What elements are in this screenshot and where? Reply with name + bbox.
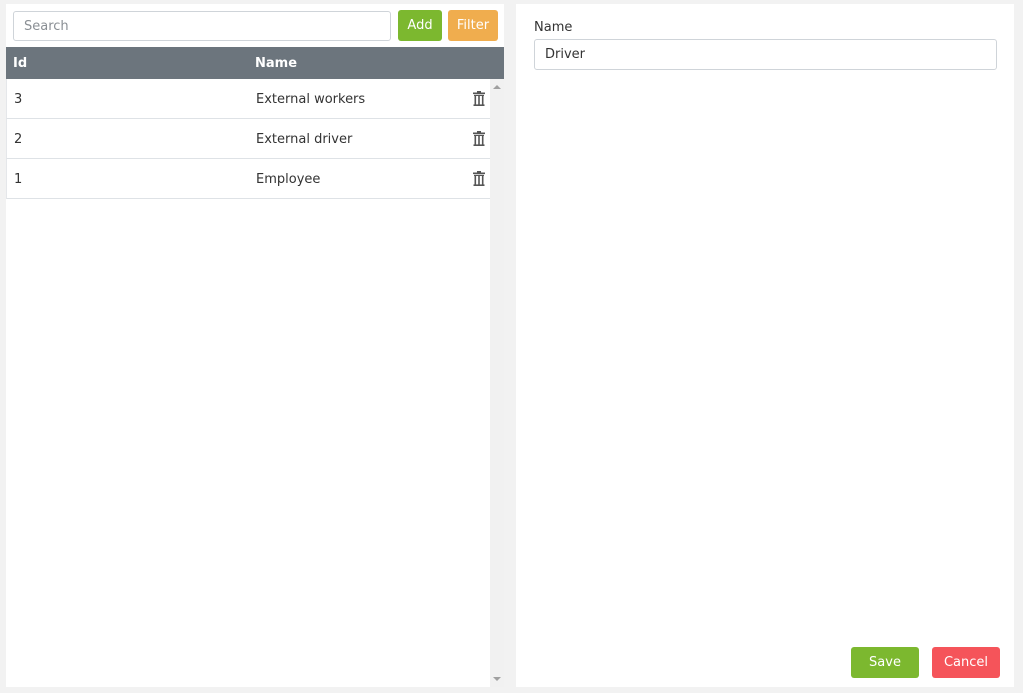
list-panel: Add Filter Id Name 3 External workers 2 … <box>6 4 504 687</box>
trash-icon[interactable] <box>473 171 485 186</box>
table-row[interactable]: 3 External workers <box>6 79 490 119</box>
table-row[interactable]: 2 External driver <box>6 119 490 159</box>
cell-name: External driver <box>256 132 353 147</box>
scroll-up-arrow-icon[interactable] <box>493 85 501 89</box>
trash-icon[interactable] <box>473 91 485 106</box>
name-field-label: Name <box>534 20 573 35</box>
cell-id: 2 <box>14 132 23 147</box>
name-field[interactable] <box>534 39 997 70</box>
table-scrollbar[interactable] <box>490 79 504 687</box>
list-toolbar: Add Filter <box>6 4 504 47</box>
table-row[interactable]: 1 Employee <box>6 159 490 199</box>
trash-icon[interactable] <box>473 131 485 146</box>
save-button[interactable]: Save <box>851 647 919 678</box>
cell-id: 1 <box>14 172 23 187</box>
search-input[interactable] <box>13 11 391 41</box>
scroll-down-arrow-icon[interactable] <box>493 677 501 681</box>
cell-name: Employee <box>256 172 321 187</box>
column-header-id[interactable]: Id <box>13 56 27 71</box>
table-header: Id Name <box>6 47 504 79</box>
filter-button[interactable]: Filter <box>448 10 498 41</box>
add-button[interactable]: Add <box>398 10 442 41</box>
detail-panel: Name Save Cancel <box>516 4 1014 687</box>
cell-name: External workers <box>256 92 366 107</box>
table-body: 3 External workers 2 External driver 1 E… <box>6 79 490 687</box>
column-header-name[interactable]: Name <box>255 56 297 71</box>
cell-id: 3 <box>14 92 23 107</box>
cancel-button[interactable]: Cancel <box>932 647 1000 678</box>
